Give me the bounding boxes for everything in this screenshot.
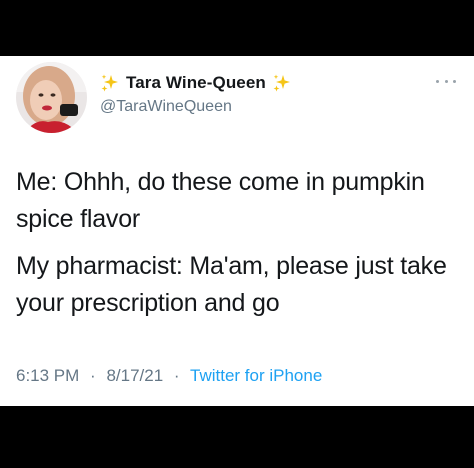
sparkles-icon — [273, 74, 290, 92]
display-name[interactable]: Tara Wine-Queen — [126, 73, 266, 93]
tweet-line: My pharmacist: Ma'am, please just take y… — [16, 252, 447, 317]
separator: · — [173, 366, 180, 385]
tweet-date[interactable]: 8/17/21 — [106, 366, 163, 385]
tweet-source-link[interactable]: Twitter for iPhone — [190, 366, 322, 385]
tweet-time[interactable]: 6:13 PM — [16, 366, 79, 385]
more-dot — [436, 79, 439, 83]
name-row: Tara Wine-Queen — [100, 72, 292, 94]
more-dot — [444, 79, 448, 83]
avatar-image — [16, 62, 87, 133]
separator: · — [90, 366, 96, 385]
tweet-text: Me: Ohhh, do these come in pumpkin spice… — [16, 164, 456, 332]
tweet-line: Me: Ohhh, do these come in pumpkin spice… — [16, 168, 425, 233]
tweet-card: Tara Wine-Queen @TaraWineQueen Me: Ohhh,… — [0, 56, 474, 406]
avatar[interactable] — [16, 62, 87, 133]
user-handle[interactable]: @TaraWineQueen — [100, 98, 232, 116]
screenshot-frame: Tara Wine-Queen @TaraWineQueen Me: Ohhh,… — [0, 0, 474, 468]
sparkles-icon — [101, 74, 118, 92]
tweet-meta: 6:13 PM · 8/17/21 · Twitter for iPhone — [16, 366, 322, 386]
more-dot — [453, 79, 456, 83]
more-horizontal-icon[interactable] — [436, 78, 456, 84]
